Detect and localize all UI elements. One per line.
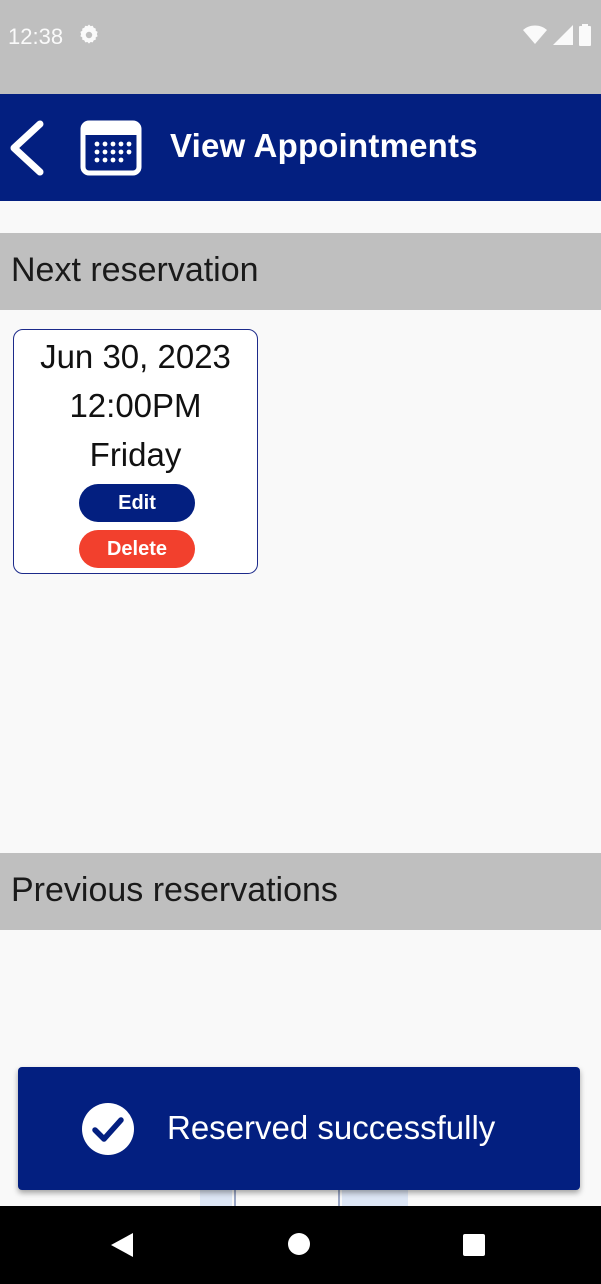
status-icons (523, 24, 591, 51)
edit-button[interactable]: Edit (79, 484, 195, 522)
snackbar-message: Reserved successfully (167, 1109, 496, 1146)
back-button[interactable] (4, 120, 48, 176)
back-nav-icon[interactable] (109, 1231, 135, 1264)
page-title: View Appointments (170, 127, 478, 164)
reservation-date: Jun 30, 2023 (40, 338, 231, 375)
calendar-icon (80, 120, 142, 176)
previous-reservations-label: Previous reservations (11, 871, 338, 909)
status-time: 12:38 (8, 24, 64, 49)
signal-icon (553, 25, 573, 50)
previous-reservations-header: Previous reservations (0, 853, 601, 930)
recents-nav-icon[interactable] (462, 1233, 486, 1262)
reservation-card: Jun 30, 2023 12:00PM Friday Edit Delete (13, 329, 258, 574)
gear-icon (78, 24, 100, 51)
reservation-day: Friday (89, 436, 182, 473)
app-bar: View Appointments (0, 94, 601, 201)
next-reservation-header: Next reservation (0, 233, 601, 310)
check-circle-icon (81, 1102, 135, 1156)
home-nav-icon[interactable] (287, 1232, 311, 1261)
battery-icon (579, 24, 591, 51)
wifi-icon (523, 25, 547, 50)
delete-button[interactable]: Delete (79, 530, 195, 568)
reservation-time: 12:00PM (69, 387, 202, 424)
next-reservation-label: Next reservation (11, 251, 259, 289)
system-nav-bar (0, 1206, 601, 1284)
snackbar: Reserved successfully (18, 1067, 580, 1190)
status-bar: 12:38 (0, 0, 601, 94)
back-arrow-icon (10, 120, 44, 176)
